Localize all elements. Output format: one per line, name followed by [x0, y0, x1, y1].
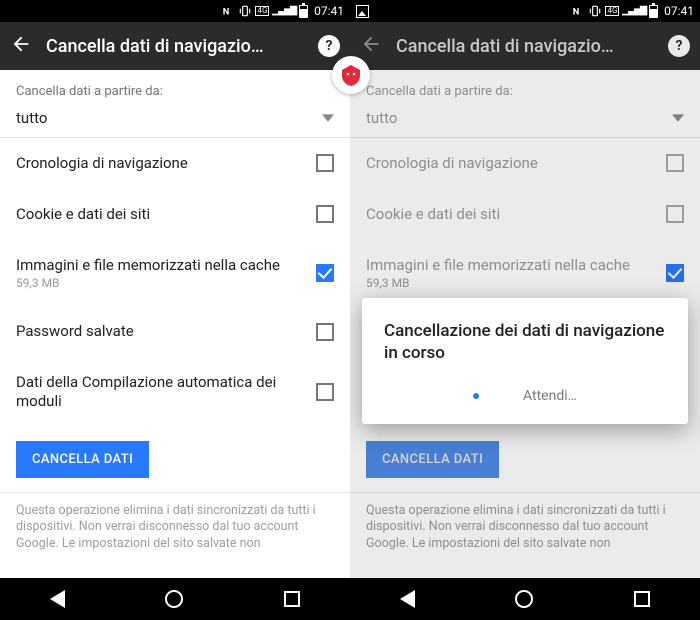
dialog-wait-text: Attendi…: [523, 388, 577, 404]
svg-text:N: N: [573, 7, 580, 18]
vibrate-icon: [238, 4, 252, 18]
page-title: Cancella dati di navigazio…: [46, 36, 304, 57]
help-button[interactable]: ?: [668, 35, 690, 57]
item-cached-images[interactable]: Immagini e file memorizzati nella cache …: [0, 240, 350, 307]
checkbox[interactable]: [316, 264, 334, 282]
phone-right: N 4G ▁▃▅▇ 07:41 Cancella dati di navigaz…: [350, 0, 700, 620]
item-label: Password salvate: [16, 322, 304, 341]
item-cookies[interactable]: Cookie e dati dei siti: [0, 189, 350, 240]
page-title: Cancella dati di navigazio…: [396, 36, 654, 57]
network-type-icon: 4G: [255, 6, 269, 16]
spinner-icon: [473, 393, 479, 399]
content-area: Cancella dati a partire da: tutto Cronol…: [0, 70, 350, 578]
nav-recents-icon[interactable]: [634, 591, 650, 607]
dialog-title: Cancellazione dei dati di navigazione in…: [384, 320, 666, 364]
range-value: tutto: [16, 109, 47, 127]
app-bar: Cancella dati di navigazio… ?: [0, 22, 350, 70]
nav-home-icon[interactable]: [515, 590, 533, 608]
checkbox[interactable]: [316, 323, 334, 341]
footer-note: Questa operazione elimina i dati sincron…: [0, 492, 350, 554]
item-sublabel: 59,3 MB: [16, 276, 304, 290]
nav-bar: [0, 578, 350, 620]
action-row: CANCELLA DATI: [0, 427, 350, 492]
checkbox[interactable]: [316, 383, 334, 401]
status-time: 07:41: [664, 4, 694, 18]
svg-text:N: N: [223, 7, 230, 18]
nfc-icon: N: [571, 4, 585, 18]
clear-data-button[interactable]: CANCELLA DATI: [16, 441, 149, 478]
nav-recents-icon[interactable]: [284, 591, 300, 607]
signal-icon: ▁▃▅▇: [622, 6, 646, 16]
signal-icon: ▁▃▅▇: [272, 6, 296, 16]
status-bar: N 4G ▁▃▅▇ 07:41: [0, 0, 350, 22]
item-label: Immagini e file memorizzati nella cache: [16, 256, 304, 275]
item-autofill[interactable]: Dati della Compilazione automatica dei m…: [0, 357, 350, 427]
battery-icon: [299, 5, 308, 18]
checkbox[interactable]: [316, 205, 334, 223]
progress-dialog: Cancellazione dei dati di navigazione in…: [362, 298, 688, 424]
back-button[interactable]: [360, 33, 382, 59]
status-time: 07:41: [314, 4, 344, 18]
item-passwords[interactable]: Password salvate: [0, 306, 350, 357]
item-label: Cronologia di navigazione: [16, 154, 304, 173]
range-dropdown[interactable]: tutto: [0, 103, 350, 138]
app-bar: Cancella dati di navigazio… ?: [350, 22, 700, 70]
nfc-icon: N: [221, 4, 235, 18]
range-label: Cancella dati a partire da:: [0, 70, 350, 103]
vibrate-icon: [588, 4, 602, 18]
help-button[interactable]: ?: [318, 35, 340, 57]
status-bar: N 4G ▁▃▅▇ 07:41: [350, 0, 700, 22]
app-badge-icon: [332, 56, 370, 94]
battery-icon: [649, 5, 658, 18]
phone-left: N 4G ▁▃▅▇ 07:41 Cancella dati di navigaz…: [0, 0, 350, 620]
checkbox[interactable]: [316, 154, 334, 172]
screenshot-icon: [356, 5, 369, 18]
back-button[interactable]: [10, 33, 32, 59]
item-label: Cookie e dati dei siti: [16, 205, 304, 224]
item-browsing-history[interactable]: Cronologia di navigazione: [0, 138, 350, 189]
nav-back-icon[interactable]: [50, 590, 65, 608]
content-area: Cancella dati a partire da: tutto Cronol…: [350, 70, 700, 578]
nav-back-icon[interactable]: [400, 590, 415, 608]
nav-home-icon[interactable]: [165, 590, 183, 608]
item-label: Dati della Compilazione automatica dei m…: [16, 373, 304, 411]
network-type-icon: 4G: [605, 6, 619, 16]
nav-bar: [350, 578, 700, 620]
chevron-down-icon: [322, 112, 334, 124]
